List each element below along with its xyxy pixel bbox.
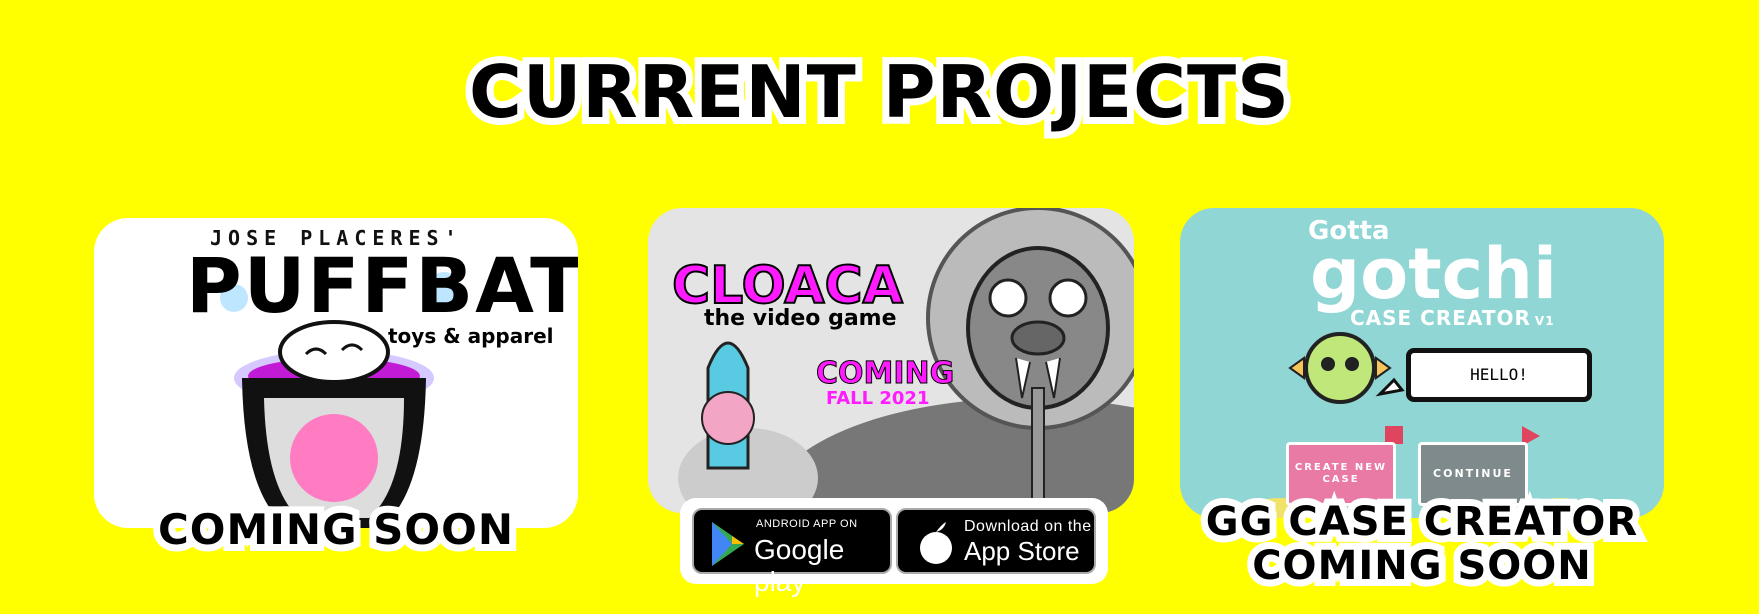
google-play-small: ANDROID APP ON <box>756 518 858 530</box>
gotchi-caption-line1: GG CASE CREATOR <box>1199 493 1644 551</box>
gotchi-subtitle-text: CASE CREATOR <box>1350 306 1531 330</box>
puffbat-subtitle: toys & apparel <box>388 324 554 348</box>
google-play-button[interactable]: ANDROID APP ON Google play <box>692 508 892 597</box>
app-store-button[interactable]: Download on the App Store <box>896 508 1096 574</box>
gotchi-logo: gotchi <box>1310 233 1557 315</box>
create-new-case-button[interactable]: CREATE NEW CASE <box>1286 442 1396 506</box>
google-play-icon <box>712 522 744 566</box>
cloaca-coming: COMING <box>815 356 955 392</box>
google-play-label: Google play <box>754 534 845 597</box>
continue-button[interactable]: CONTINUE <box>1418 442 1528 506</box>
store-badges: ANDROID APP ON Google play Download on t… <box>680 498 1108 597</box>
speech-bubble: HELLO! <box>1406 348 1592 402</box>
gotchi-caption: GG CASE CREATOR COMING SOON <box>1160 493 1684 595</box>
puffbat-caption: COMING SOON <box>151 498 520 561</box>
project-card-cloaca[interactable]: CLOACA the video game COMING FALL 2021 <box>648 208 1134 513</box>
page-title: CURRENT PROJECTS <box>462 43 1296 141</box>
cloaca-subtitle: the video game <box>704 306 897 331</box>
app-store-small: Download on the <box>964 518 1092 535</box>
project-card-gotta-gotchi[interactable]: Gotta gotchi CASE CREATOR V1 HELLO! CREAT… <box>1180 208 1664 518</box>
app-store-label: App Store <box>964 536 1080 566</box>
project-card-puffbat[interactable]: JOSE PLACERES' PUFFBAT toys & apparel <box>94 218 578 528</box>
apple-icon <box>920 522 952 564</box>
cloaca-release-date: FALL 2021 <box>826 388 930 409</box>
gotchi-version: V1 <box>1534 314 1555 328</box>
gotchi-caption-line2: COMING SOON <box>1245 537 1598 595</box>
gotchi-subtitle: CASE CREATOR V1 <box>1350 306 1555 330</box>
puffbat-logo: PUFFBAT <box>186 241 578 330</box>
